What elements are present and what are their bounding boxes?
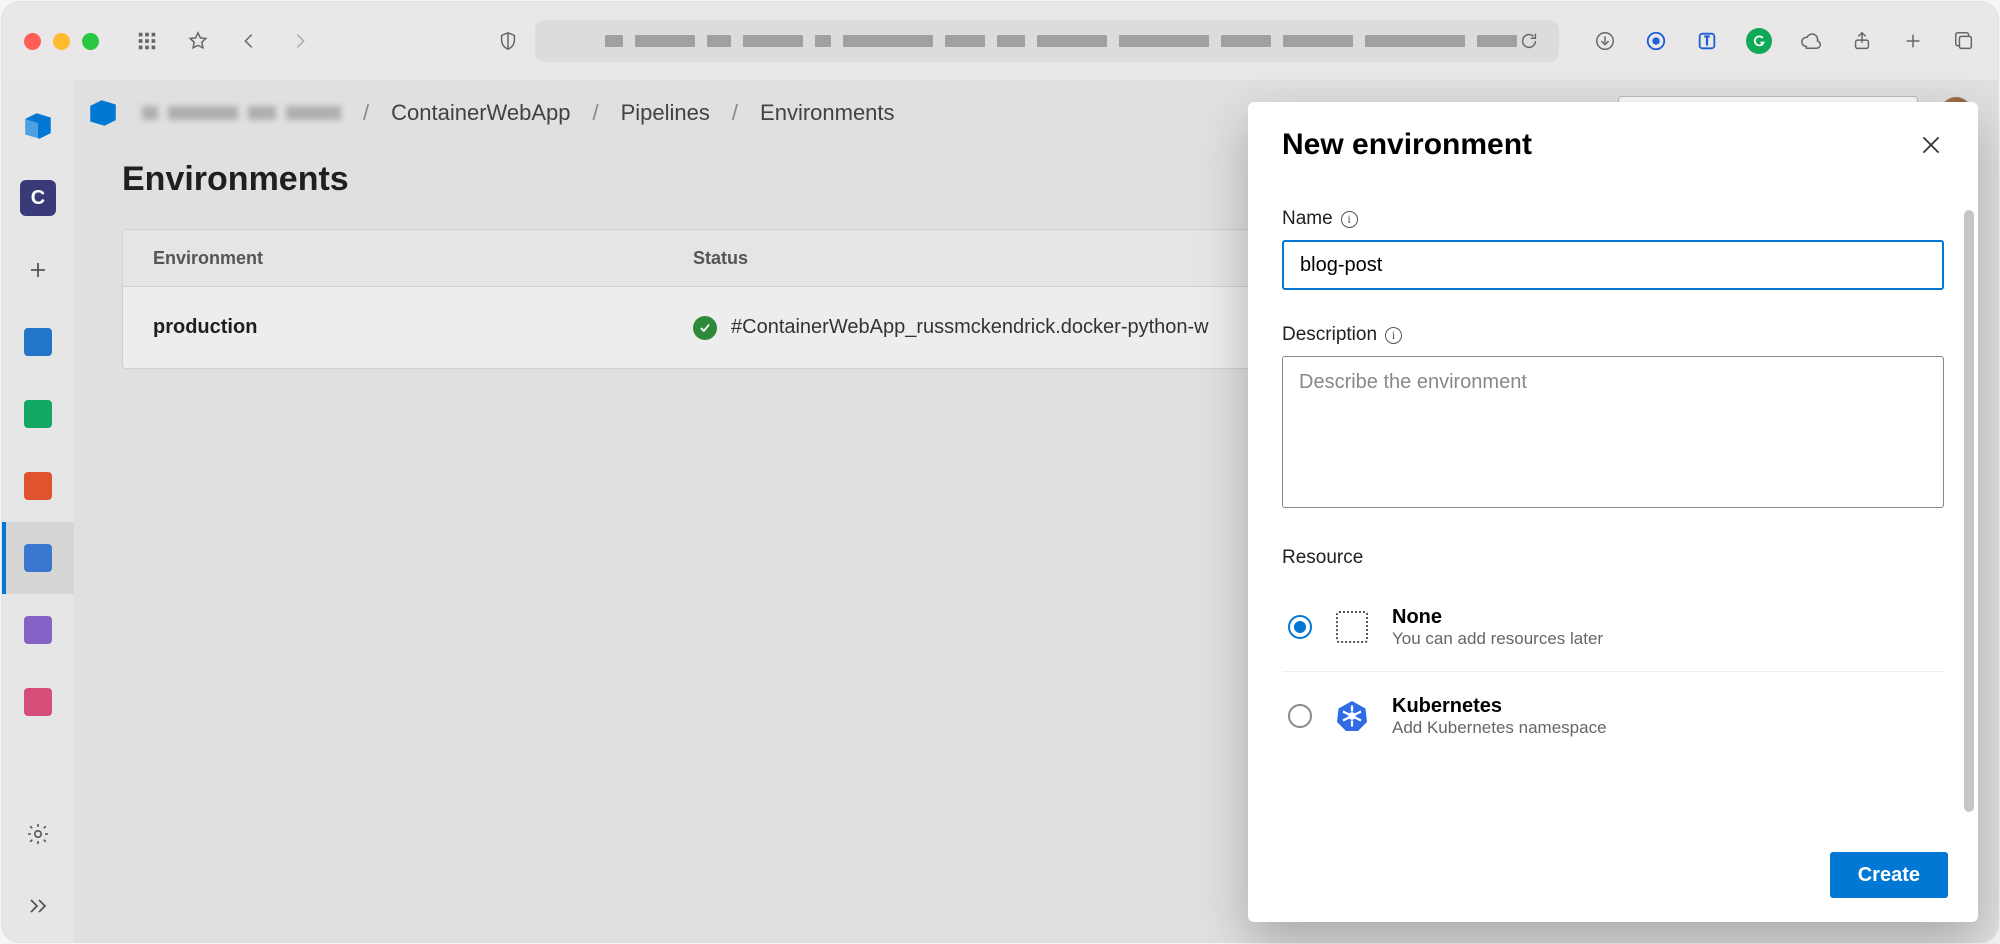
- project-initial: C: [20, 180, 56, 216]
- apps-grid-icon[interactable]: [135, 29, 159, 53]
- new-tab-icon[interactable]: [1901, 29, 1925, 53]
- name-label: Name i: [1282, 208, 1944, 230]
- breadcrumb-sep: /: [363, 100, 369, 126]
- resource-title: None: [1392, 605, 1603, 629]
- breadcrumb-section[interactable]: Pipelines: [621, 100, 710, 126]
- breadcrumb-sep: /: [732, 100, 738, 126]
- resource-label: Resource: [1282, 547, 1944, 569]
- resource-subtitle: You can add resources later: [1392, 629, 1603, 649]
- browser-window: C: [2, 2, 1998, 942]
- fullscreen-window-icon[interactable]: [82, 33, 99, 50]
- resource-option-kubernetes[interactable]: Kubernetes Add Kubernetes namespace: [1282, 672, 1944, 760]
- extension-2-icon[interactable]: [1695, 29, 1719, 53]
- devops-sidebar: C: [2, 80, 74, 942]
- tabs-icon[interactable]: [1952, 29, 1976, 53]
- forward-icon[interactable]: [288, 29, 312, 53]
- minimize-window-icon[interactable]: [53, 33, 70, 50]
- radio-checked-icon: [1288, 615, 1312, 639]
- share-icon[interactable]: [1850, 29, 1874, 53]
- url-redacted: [605, 35, 1517, 47]
- org-name-redacted[interactable]: [142, 106, 341, 120]
- star-icon[interactable]: [186, 29, 210, 53]
- devops-logo-small[interactable]: [86, 96, 120, 130]
- sidebar-item-repos[interactable]: [2, 450, 74, 522]
- breadcrumb-sep: /: [593, 100, 599, 126]
- breadcrumb-page[interactable]: Environments: [760, 100, 895, 126]
- kubernetes-icon: [1334, 698, 1370, 734]
- sidebar-item-artifacts[interactable]: [2, 666, 74, 738]
- close-window-icon[interactable]: [24, 33, 41, 50]
- panel-scrollbar[interactable]: [1964, 210, 1974, 812]
- reload-icon[interactable]: [1517, 29, 1541, 53]
- sidebar-collapse[interactable]: [2, 870, 74, 942]
- env-name: production: [153, 316, 693, 339]
- sidebar-item-pipelines[interactable]: [2, 522, 74, 594]
- description-label-text: Description: [1282, 324, 1377, 346]
- address-bar[interactable]: [535, 20, 1559, 62]
- resource-option-none[interactable]: None You can add resources later: [1282, 583, 1944, 672]
- grammarly-icon[interactable]: [1746, 28, 1772, 54]
- sidebar-item-testplans[interactable]: [2, 594, 74, 666]
- description-input[interactable]: [1282, 356, 1944, 508]
- downloads-icon[interactable]: [1593, 29, 1617, 53]
- new-environment-panel: New environment Name i Description i Res…: [1248, 102, 1978, 922]
- shield-icon[interactable]: [497, 29, 519, 53]
- info-icon[interactable]: i: [1385, 327, 1402, 344]
- description-label: Description i: [1282, 324, 1944, 346]
- sidebar-item-overview[interactable]: [2, 306, 74, 378]
- create-button[interactable]: Create: [1830, 852, 1948, 898]
- cloud-icon[interactable]: [1799, 29, 1823, 53]
- browser-toolbar: [2, 2, 1998, 80]
- sidebar-add[interactable]: [2, 234, 74, 306]
- col-header-name: Environment: [153, 248, 693, 269]
- close-panel-button[interactable]: [1918, 132, 1944, 158]
- none-resource-icon: [1334, 609, 1370, 645]
- window-controls: [24, 33, 113, 50]
- sidebar-project-badge[interactable]: C: [2, 162, 74, 234]
- back-icon[interactable]: [237, 29, 261, 53]
- breadcrumb-project[interactable]: ContainerWebApp: [391, 100, 570, 126]
- name-input[interactable]: [1282, 240, 1944, 290]
- sidebar-settings[interactable]: [2, 798, 74, 870]
- name-label-text: Name: [1282, 208, 1333, 230]
- extension-1-icon[interactable]: [1644, 29, 1668, 53]
- info-icon[interactable]: i: [1341, 211, 1358, 228]
- resource-title: Kubernetes: [1392, 694, 1607, 718]
- env-status-text: #ContainerWebApp_russmckendrick.docker-p…: [731, 316, 1209, 339]
- sidebar-item-boards[interactable]: [2, 378, 74, 450]
- resource-subtitle: Add Kubernetes namespace: [1392, 718, 1607, 738]
- radio-unchecked-icon: [1288, 704, 1312, 728]
- panel-title: New environment: [1282, 128, 1532, 162]
- devops-logo[interactable]: [2, 90, 74, 162]
- success-check-icon: [693, 316, 717, 340]
